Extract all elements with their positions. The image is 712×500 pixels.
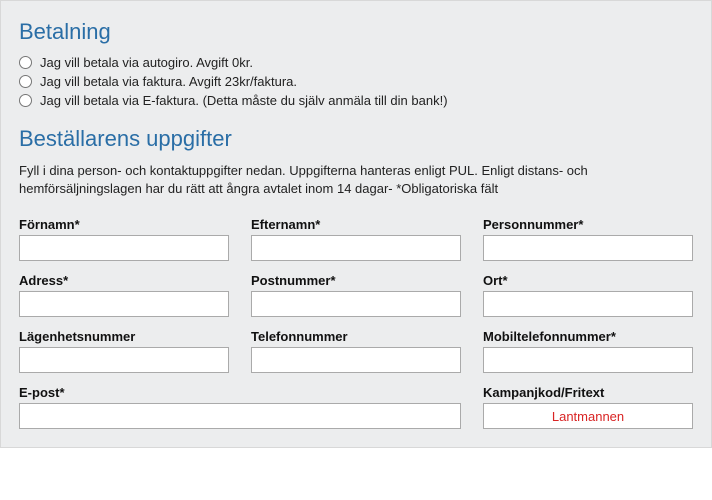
field-lagenhetsnummer: Lägenhetsnummer xyxy=(19,329,229,373)
field-telefonnummer: Telefonnummer xyxy=(251,329,461,373)
label-epost: E-post* xyxy=(19,385,461,400)
radio-autogiro-label: Jag vill betala via autogiro. Avgift 0kr… xyxy=(40,55,253,70)
label-ort: Ort* xyxy=(483,273,693,288)
label-adress: Adress* xyxy=(19,273,229,288)
input-adress[interactable] xyxy=(19,291,229,317)
input-epost[interactable] xyxy=(19,403,461,429)
form-grid: Förnamn* Efternamn* Personnummer* Adress… xyxy=(19,217,693,429)
payment-option-efaktura: Jag vill betala via E-faktura. (Detta må… xyxy=(19,93,693,108)
payment-radio-group: Jag vill betala via autogiro. Avgift 0kr… xyxy=(19,55,693,108)
radio-faktura-label: Jag vill betala via faktura. Avgift 23kr… xyxy=(40,74,297,89)
payment-option-autogiro: Jag vill betala via autogiro. Avgift 0kr… xyxy=(19,55,693,70)
label-personnummer: Personnummer* xyxy=(483,217,693,232)
radio-efaktura[interactable] xyxy=(19,94,32,107)
input-personnummer[interactable] xyxy=(483,235,693,261)
field-fornamn: Förnamn* xyxy=(19,217,229,261)
field-epost: E-post* xyxy=(19,385,461,429)
input-kampanjkod[interactable] xyxy=(483,403,693,429)
payment-heading: Betalning xyxy=(19,19,693,45)
radio-efaktura-label: Jag vill betala via E-faktura. (Detta må… xyxy=(40,93,448,108)
field-personnummer: Personnummer* xyxy=(483,217,693,261)
input-efternamn[interactable] xyxy=(251,235,461,261)
label-fornamn: Förnamn* xyxy=(19,217,229,232)
label-postnummer: Postnummer* xyxy=(251,273,461,288)
label-kampanjkod: Kampanjkod/Fritext xyxy=(483,385,693,400)
field-efternamn: Efternamn* xyxy=(251,217,461,261)
orderer-heading: Beställarens uppgifter xyxy=(19,126,693,152)
field-postnummer: Postnummer* xyxy=(251,273,461,317)
radio-faktura[interactable] xyxy=(19,75,32,88)
label-mobiltelefonnummer: Mobiltelefonnummer* xyxy=(483,329,693,344)
field-kampanjkod: Kampanjkod/Fritext xyxy=(483,385,693,429)
input-mobiltelefonnummer[interactable] xyxy=(483,347,693,373)
radio-autogiro[interactable] xyxy=(19,56,32,69)
input-telefonnummer[interactable] xyxy=(251,347,461,373)
orderer-description: Fyll i dina person- och kontaktuppgifter… xyxy=(19,162,693,197)
input-fornamn[interactable] xyxy=(19,235,229,261)
input-lagenhetsnummer[interactable] xyxy=(19,347,229,373)
field-mobiltelefonnummer: Mobiltelefonnummer* xyxy=(483,329,693,373)
input-postnummer[interactable] xyxy=(251,291,461,317)
label-lagenhetsnummer: Lägenhetsnummer xyxy=(19,329,229,344)
label-telefonnummer: Telefonnummer xyxy=(251,329,461,344)
input-ort[interactable] xyxy=(483,291,693,317)
label-efternamn: Efternamn* xyxy=(251,217,461,232)
field-ort: Ort* xyxy=(483,273,693,317)
field-adress: Adress* xyxy=(19,273,229,317)
form-page: Betalning Jag vill betala via autogiro. … xyxy=(0,0,712,448)
payment-option-faktura: Jag vill betala via faktura. Avgift 23kr… xyxy=(19,74,693,89)
